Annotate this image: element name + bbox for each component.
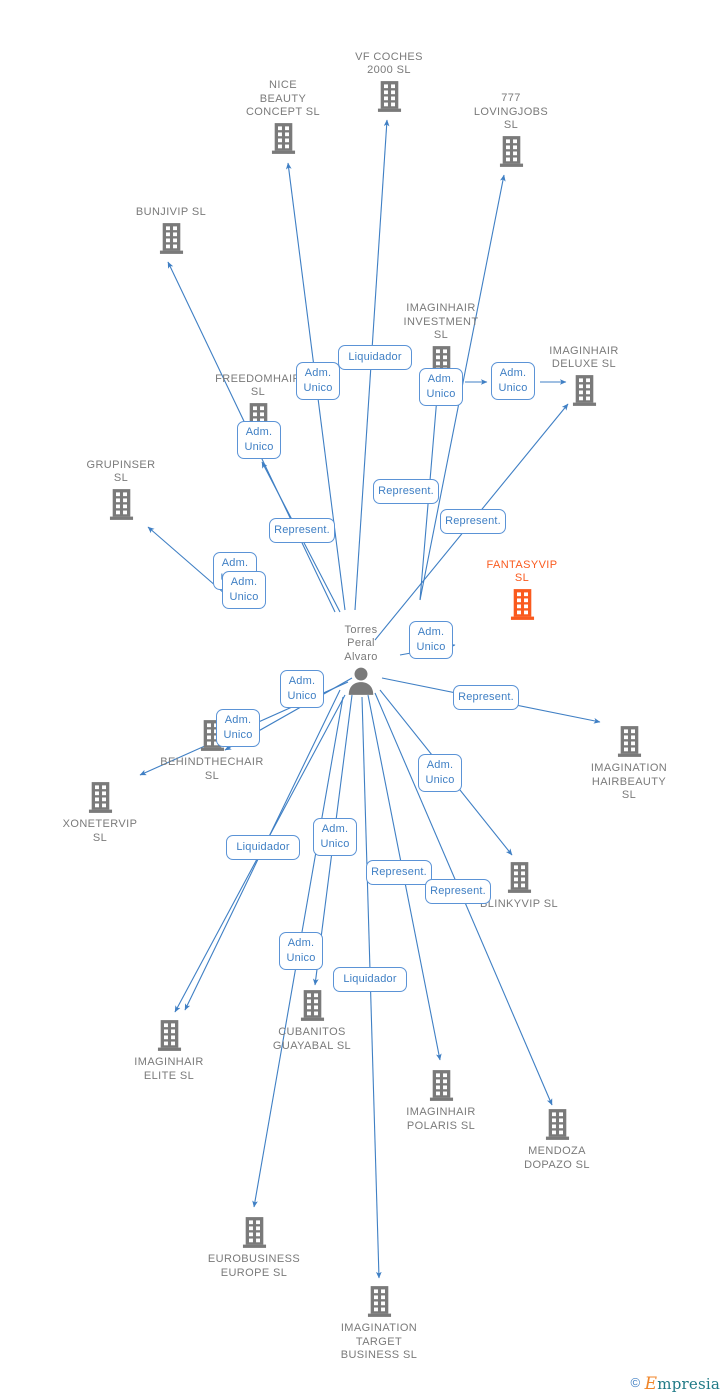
node-label: XONETERVIP SL <box>62 818 138 844</box>
building-icon <box>314 1285 444 1321</box>
building-icon <box>218 122 348 158</box>
node-label: GRUPINSER SL <box>86 458 156 485</box>
company-node-bunjivip[interactable]: BUNJIVIP SL <box>106 206 236 257</box>
node-label: VF COCHES 2000 SL <box>355 50 423 77</box>
node-label: NICE BEAUTY CONCEPT SL <box>245 79 321 118</box>
empresia-watermark: © Empresia <box>631 1374 721 1394</box>
edge-label-l3[interactable]: Adm. Unico <box>419 368 463 406</box>
edge-label-l12[interactable]: Adm. Unico <box>280 670 324 708</box>
edge-label-l20[interactable]: Adm. Unico <box>279 932 323 970</box>
company-node-xonetervip[interactable]: XONETERVIP SL <box>35 781 165 846</box>
node-label: EUROBUSINESS EUROPE SL <box>207 1253 301 1279</box>
edge-label-l21[interactable]: Liquidador <box>333 967 407 992</box>
node-label: BEHINDTHECHAIR SL <box>160 756 264 782</box>
building-icon <box>446 135 576 171</box>
node-label: IMAGINHAIR POLARIS SL <box>406 1106 476 1132</box>
edge-label-l19[interactable]: Represent. <box>425 879 491 904</box>
building-icon <box>35 781 165 817</box>
copyright-icon: © <box>630 1375 641 1390</box>
edge-label-l7[interactable]: Represent. <box>440 509 506 534</box>
edge-label-l8[interactable]: Represent. <box>269 518 335 543</box>
building-icon <box>56 488 186 524</box>
company-node-eurobusiness[interactable]: EUROBUSINESS EUROPE SL <box>189 1216 319 1281</box>
building-icon <box>457 588 587 624</box>
edge-label-l10[interactable]: Adm. Unico <box>222 571 266 609</box>
node-label: MENDOZA DOPAZO SL <box>524 1145 590 1171</box>
building-icon <box>247 989 377 1025</box>
edge-label-l17[interactable]: Adm. Unico <box>313 818 357 856</box>
company-node-imaginhair_pol[interactable]: IMAGINHAIR POLARIS SL <box>376 1069 506 1134</box>
edge-label-l14[interactable]: Adm. Unico <box>216 709 260 747</box>
company-node-imagination_hb[interactable]: IMAGINATION HAIRBEAUTY SL <box>564 725 694 803</box>
company-node-grupinser[interactable]: GRUPINSER SL <box>56 459 186 524</box>
company-node-nice_beauty[interactable]: NICE BEAUTY CONCEPT SL <box>218 79 348 157</box>
building-icon <box>519 374 649 410</box>
company-node-imaginhair_el[interactable]: IMAGINHAIR ELITE SL <box>104 1019 234 1084</box>
node-label: 777 LOVINGJOBS SL <box>473 92 549 131</box>
edge-label-l18[interactable]: Represent. <box>366 860 432 885</box>
node-label: IMAGINATION HAIRBEAUTY SL <box>590 762 668 801</box>
edge-label-l11[interactable]: Adm. Unico <box>409 621 453 659</box>
company-node-imaginhair_dlx[interactable]: IMAGINHAIR DELUXE SL <box>519 345 649 410</box>
building-icon <box>104 1019 234 1055</box>
building-icon <box>189 1216 319 1252</box>
building-icon <box>106 222 236 258</box>
company-node-lovingjobs[interactable]: 777 LOVINGJOBS SL <box>446 92 576 170</box>
edge-label-l16[interactable]: Liquidador <box>226 835 300 860</box>
company-node-imagination_tb[interactable]: IMAGINATION TARGET BUSINESS SL <box>314 1285 444 1363</box>
brand-name: mpresia <box>657 1375 720 1393</box>
relationship-graph-canvas: VF COCHES 2000 SL NICE BEAUTY CONCEPT SL 7… <box>0 0 728 1400</box>
company-node-fantasyvip[interactable]: FANTASYVIP SL <box>457 559 587 624</box>
company-node-cubanitos[interactable]: CUBANITOS GUAYABAL SL <box>247 989 377 1054</box>
node-label: IMAGINHAIR ELITE SL <box>134 1056 204 1082</box>
edge-label-l15[interactable]: Adm. Unico <box>418 754 462 792</box>
building-icon <box>376 1069 506 1105</box>
edge-label-l13[interactable]: Represent. <box>453 685 519 710</box>
company-node-mendoza[interactable]: MENDOZA DOPAZO SL <box>492 1108 622 1173</box>
node-label: BUNJIVIP SL <box>135 206 207 218</box>
edge-label-l1[interactable]: Liquidador <box>338 345 412 370</box>
node-label: IMAGINATION TARGET BUSINESS SL <box>340 1322 418 1361</box>
building-icon <box>492 1108 622 1144</box>
node-label: FANTASYVIP SL <box>486 558 558 585</box>
building-icon <box>564 725 694 761</box>
node-label: Torres Peral Alvaro <box>344 623 378 663</box>
edge-label-l6[interactable]: Represent. <box>373 479 439 504</box>
edge-label-l5[interactable]: Adm. Unico <box>237 421 281 459</box>
node-label: IMAGINHAIR INVESTMENT SL <box>403 302 479 341</box>
edge-label-l2[interactable]: Adm. Unico <box>296 362 340 400</box>
node-label: CUBANITOS GUAYABAL SL <box>272 1026 352 1052</box>
brand-initial: E <box>644 1374 658 1394</box>
edge-label-l4[interactable]: Adm. Unico <box>491 362 535 400</box>
node-label: IMAGINHAIR DELUXE SL <box>549 344 619 371</box>
